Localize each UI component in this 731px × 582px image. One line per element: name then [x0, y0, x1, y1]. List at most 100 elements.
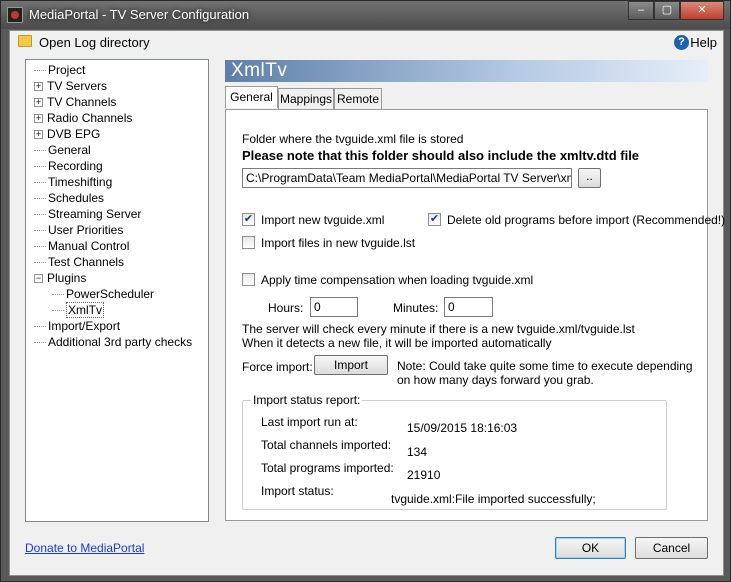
folder-path-input[interactable]: C:\ProgramData\Team MediaPortal\MediaPor…: [242, 168, 572, 188]
tree-item[interactable]: + TV Servers: [34, 79, 107, 93]
minimize-button[interactable]: –: [628, 1, 654, 20]
expand-icon[interactable]: +: [34, 98, 43, 108]
tree-item-label: DVB EPG: [47, 127, 101, 141]
import-new-label: Import new tvguide.xml: [261, 213, 385, 227]
tree-item[interactable]: Manual Control: [34, 239, 129, 253]
tree-connector: [34, 214, 46, 216]
tree-item[interactable]: Import/Export: [34, 319, 120, 333]
tree-item-label: Streaming Server: [48, 207, 142, 221]
browse-button[interactable]: ..: [578, 168, 601, 188]
donate-link[interactable]: Donate to MediaPortal: [25, 541, 144, 555]
toolbar: Open Log directory ? Help: [10, 31, 723, 55]
programs-value: 21910: [407, 468, 441, 482]
expand-icon[interactable]: +: [34, 130, 43, 140]
expand-icon[interactable]: +: [34, 114, 43, 124]
import-status-title: Import status report:: [251, 393, 363, 407]
expand-icon[interactable]: +: [34, 82, 43, 92]
tree-item[interactable]: Timeshifting: [34, 175, 112, 189]
title-bar[interactable]: MediaPortal - TV Server Configuration – …: [1, 1, 730, 29]
import-button[interactable]: Import: [314, 355, 388, 375]
tree-item[interactable]: Project: [34, 63, 85, 77]
general-tab-panel: Folder where the tvguide.xml file is sto…: [225, 109, 725, 521]
tree-item[interactable]: + DVB EPG: [34, 127, 100, 141]
tab-mappings[interactable]: Mappings: [278, 88, 334, 109]
auto-import-info: When it detects a new file, it will be i…: [242, 336, 552, 350]
delete-old-checkbox[interactable]: ✔: [428, 213, 441, 226]
tree-connector: [34, 230, 46, 232]
force-note-line1: Note: Could take quite some time to exec…: [397, 359, 693, 373]
tree-connector: [34, 150, 46, 152]
tree-item-label: Import/Export: [48, 319, 121, 333]
server-check-info: The server will check every minute if th…: [242, 322, 635, 336]
delete-old-label: Delete old programs before import (Recom…: [447, 213, 726, 227]
tree-item-label: TV Servers: [47, 79, 108, 93]
cancel-button[interactable]: Cancel: [635, 537, 708, 559]
tab-general[interactable]: General: [225, 86, 278, 108]
programs-label: Total programs imported:: [261, 461, 394, 475]
folder-icon[interactable]: [18, 35, 32, 47]
tree-item[interactable]: XmlTv: [52, 302, 104, 318]
tree-item[interactable]: General: [34, 143, 91, 157]
tree-item[interactable]: Recording: [34, 159, 103, 173]
tree-item-label: PowerScheduler: [66, 287, 155, 301]
tab-remote[interactable]: Remote: [334, 88, 382, 109]
import-lst-checkbox[interactable]: [242, 236, 255, 249]
tree-item-label: Timeshifting: [48, 175, 113, 189]
tree-item-label: General: [48, 143, 91, 157]
channels-label: Total channels imported:: [261, 438, 392, 452]
time-compensation-checkbox[interactable]: [242, 273, 255, 286]
tree-item-label: Test Channels: [48, 255, 125, 269]
tree-item[interactable]: PowerScheduler: [52, 287, 154, 301]
navigation-tree[interactable]: Project + TV Servers + TV Channels + Radio Cha…: [25, 59, 209, 522]
tree-item[interactable]: User Priorities: [34, 223, 123, 237]
tree-item[interactable]: Schedules: [34, 191, 104, 205]
tree-item-label: User Priorities: [48, 223, 124, 237]
maximize-button[interactable]: ▢: [654, 1, 680, 20]
open-log-button[interactable]: Open Log directory: [39, 35, 150, 50]
tree-item[interactable]: Streaming Server: [34, 207, 141, 221]
collapse-icon[interactable]: −: [34, 274, 43, 284]
folder-label: Folder where the tvguide.xml file is sto…: [242, 132, 464, 146]
dtd-note: Please note that this folder should also…: [242, 148, 640, 163]
tree-item[interactable]: Test Channels: [34, 255, 124, 269]
tree-connector: [34, 342, 46, 344]
tree-item-label: TV Channels: [47, 95, 117, 109]
last-run-value: 15/09/2015 18:16:03: [407, 421, 518, 435]
tree-connector: [34, 246, 46, 248]
ok-button[interactable]: OK: [555, 537, 626, 559]
last-run-label: Last import run at:: [261, 415, 358, 429]
tree-connector: [52, 310, 64, 312]
tree-item-label: Recording: [48, 159, 103, 173]
tree-item[interactable]: + TV Channels: [34, 95, 116, 109]
tree-item-label: Schedules: [48, 191, 105, 205]
tree-item[interactable]: + Radio Channels: [34, 111, 132, 125]
import-new-checkbox[interactable]: ✔: [242, 213, 255, 226]
tree-connector: [34, 182, 46, 184]
channels-value: 134: [407, 445, 428, 459]
import-status-label: Import status:: [261, 484, 334, 498]
section-header: XmlTv: [225, 60, 708, 82]
force-note-line2: on how many days forward you grab.: [397, 373, 594, 387]
tree-item-label: Plugins: [47, 271, 87, 285]
tree-connector: [34, 198, 46, 200]
hours-label: Hours:: [268, 301, 304, 315]
tree-item[interactable]: Additional 3rd party checks: [34, 335, 192, 349]
minutes-label: Minutes:: [393, 301, 439, 315]
tree-connector: [34, 166, 46, 168]
tree-connector: [34, 262, 46, 264]
tree-item-label: Manual Control: [48, 239, 130, 253]
app-icon: [7, 7, 23, 23]
close-button[interactable]: ✕: [680, 1, 724, 20]
tree-connector: [52, 294, 64, 296]
time-compensation-label: Apply time compensation when loading tvg…: [261, 273, 534, 287]
section-title: XmlTv: [231, 60, 288, 81]
window-title: MediaPortal - TV Server Configuration: [29, 7, 250, 22]
import-status-group: Import status report: Last import run at…: [242, 393, 667, 510]
hours-input[interactable]: 0: [310, 297, 358, 317]
tree-item[interactable]: − Plugins: [34, 271, 86, 285]
tree-connector: [34, 326, 46, 328]
minutes-input[interactable]: 0: [444, 297, 493, 317]
help-icon[interactable]: ?: [674, 35, 689, 50]
help-button[interactable]: Help: [690, 35, 717, 50]
force-import-label: Force import:: [242, 360, 313, 374]
